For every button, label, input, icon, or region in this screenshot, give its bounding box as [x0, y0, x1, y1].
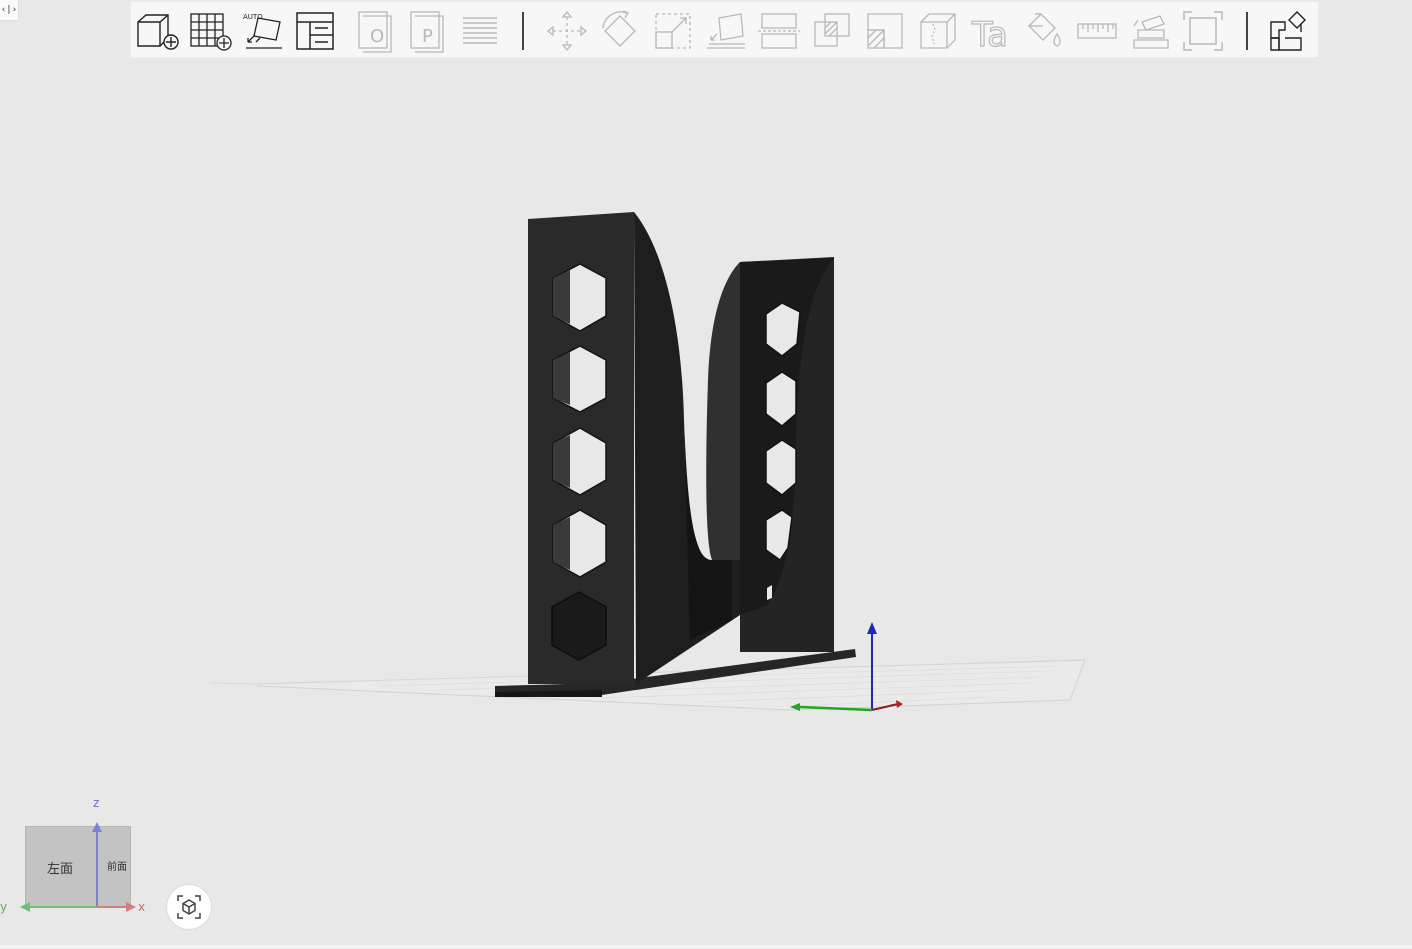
color-paint-icon — [1028, 13, 1061, 47]
object-button[interactable]: O — [353, 8, 399, 54]
measure-button[interactable] — [1074, 8, 1120, 54]
text-icon: Ta — [970, 14, 1008, 54]
grid-plus-icon — [190, 13, 232, 51]
svg-text:AUTO: AUTO — [243, 13, 263, 21]
layout-button[interactable] — [292, 8, 338, 54]
svg-text:O: O — [370, 26, 384, 47]
assembly-button[interactable] — [1128, 8, 1174, 54]
auto-orient-icon: AUTO — [243, 13, 282, 49]
rotate-icon — [602, 10, 636, 47]
view-cube-axis-y: y — [0, 900, 8, 914]
toolbar-separator — [1246, 12, 1248, 50]
boolean-button[interactable] — [809, 8, 855, 54]
ruler-icon — [1077, 23, 1117, 39]
fit-view-button[interactable] — [1180, 8, 1226, 54]
view-reset-icon — [177, 895, 201, 919]
lay-on-face-icon — [707, 13, 745, 49]
model-stand[interactable] — [495, 212, 856, 697]
scale-button[interactable] — [650, 8, 696, 54]
seam-paint-button[interactable] — [915, 8, 961, 54]
auto-orient-button[interactable]: AUTO — [240, 8, 286, 54]
support-paint-icon — [867, 13, 903, 49]
split-icon — [1270, 11, 1306, 51]
assembly-icon — [1133, 15, 1169, 49]
rotate-button[interactable] — [597, 8, 643, 54]
text-button[interactable]: Ta — [968, 8, 1014, 54]
layers-button[interactable] — [457, 8, 503, 54]
view-cube-axis-x: x — [138, 900, 146, 914]
scale-icon — [655, 13, 691, 49]
cut-icon — [758, 13, 800, 49]
3d-viewport[interactable] — [0, 58, 1412, 949]
svg-text:P: P — [422, 26, 433, 47]
cut-button[interactable] — [756, 8, 802, 54]
view-cube-axes — [20, 822, 136, 912]
split-button[interactable] — [1265, 8, 1311, 54]
lay-on-face-button[interactable] — [703, 8, 749, 54]
move-button[interactable] — [544, 8, 590, 54]
cube-plus-icon — [137, 14, 179, 50]
svg-text:Ta: Ta — [971, 15, 1008, 54]
z-axis-arrow-icon[interactable] — [867, 622, 877, 634]
layers-icon — [463, 17, 497, 44]
move-icon — [546, 10, 588, 52]
add-grid-button[interactable] — [187, 8, 233, 54]
boolean-icon — [814, 13, 850, 47]
object-icon: O — [358, 11, 392, 53]
support-paint-button[interactable] — [862, 8, 908, 54]
plate-button[interactable]: P — [405, 8, 451, 54]
add-model-button[interactable] — [134, 8, 180, 54]
fit-view-icon — [1183, 11, 1223, 51]
main-toolbar: AUTO O P Ta — [130, 1, 1319, 58]
status-bar — [0, 945, 1412, 949]
sidebar-toggle-button[interactable]: ‹|› — [0, 0, 19, 21]
plate-icon: P — [410, 11, 444, 53]
reset-view-button[interactable] — [167, 885, 211, 929]
color-paint-button[interactable] — [1021, 8, 1067, 54]
view-cube-axis-z: z — [93, 796, 100, 810]
scene-canvas[interactable] — [0, 58, 1412, 949]
layout-icon — [296, 12, 334, 50]
seam-paint-icon — [920, 13, 956, 49]
toolbar-separator — [522, 12, 524, 50]
